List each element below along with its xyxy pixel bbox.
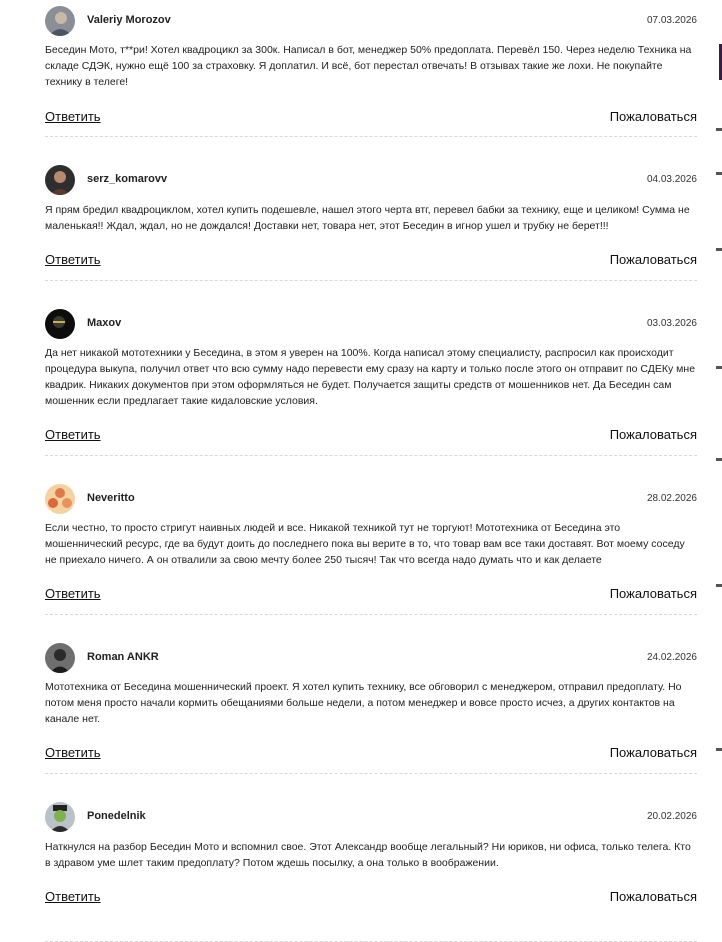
- comment-text: Если честно, то просто стригут наивных л…: [45, 522, 685, 566]
- comment-text: Я прям бредил квадроциклом, хотел купить…: [45, 204, 690, 232]
- avatar-image: [45, 643, 75, 673]
- reply-link[interactable]: Ответить: [45, 252, 101, 267]
- user-avatar[interactable]: [45, 6, 75, 36]
- comment-author[interactable]: Roman ANKR: [87, 651, 159, 663]
- avatar-image: [45, 484, 75, 514]
- comment-item: Roman ANKR 24.02.2026 Мототехника от Бес…: [45, 643, 697, 774]
- avatar-image: [45, 165, 75, 195]
- sidebar-fragment: [716, 172, 722, 175]
- comment-date: 03.03.2026: [646, 318, 697, 329]
- comment-item: Neveritto 28.02.2026 Если честно, то про…: [45, 484, 697, 615]
- comment-date: 07.03.2026: [646, 15, 697, 26]
- comment-text: Мототехника от Беседина мошеннический пр…: [45, 681, 682, 725]
- comment-item: Valeriy Morozov 07.03.2026 Беседин Мото,…: [45, 6, 697, 137]
- comment-author[interactable]: serz_komarovv: [87, 173, 167, 185]
- reply-link[interactable]: Ответить: [45, 586, 101, 601]
- report-link[interactable]: Пожаловаться: [610, 745, 697, 760]
- user-avatar[interactable]: [45, 309, 75, 339]
- reply-link[interactable]: Ответить: [45, 889, 101, 904]
- user-avatar[interactable]: [45, 643, 75, 673]
- sidebar-fragment: [716, 748, 722, 751]
- sidebar-fragment: [716, 366, 722, 369]
- comment-author[interactable]: Valeriy Morozov: [87, 14, 171, 26]
- comment-item: serz_komarovv 04.03.2026 Я прям бредил к…: [45, 165, 697, 281]
- report-link[interactable]: Пожаловаться: [610, 109, 697, 124]
- sidebar-fragment: [716, 248, 722, 251]
- comment-text: Да нет никакой мототехники у Беседина, в…: [45, 347, 696, 407]
- reply-link[interactable]: Ответить: [45, 109, 101, 124]
- comment-text: Беседин Мото, т**ри! Хотел квадроцикл за…: [45, 44, 692, 88]
- reply-link[interactable]: Ответить: [45, 745, 101, 760]
- sidebar-fragment: [716, 584, 722, 587]
- avatar-image: [45, 309, 75, 339]
- avatar-image: [45, 6, 75, 36]
- report-link[interactable]: Пожаловаться: [610, 252, 697, 267]
- comment-date: 24.02.2026: [646, 652, 697, 663]
- comment-author[interactable]: Maxov: [87, 317, 121, 329]
- comment-author[interactable]: Neveritto: [87, 492, 135, 504]
- comment-text: Наткнулся на разбор Беседин Мото и вспом…: [45, 841, 691, 869]
- comment-item: Maxov 03.03.2026 Да нет никакой мототехн…: [45, 309, 697, 456]
- comment-date: 04.03.2026: [646, 174, 697, 185]
- comment-date: 20.02.2026: [646, 811, 697, 822]
- comment-item: Ponedelnik 20.02.2026 Наткнулся на разбо…: [45, 802, 697, 942]
- comment-author[interactable]: Ponedelnik: [87, 810, 146, 822]
- user-avatar[interactable]: [45, 484, 75, 514]
- avatar-image: [45, 802, 75, 832]
- report-link[interactable]: Пожаловаться: [610, 889, 697, 904]
- user-avatar[interactable]: [45, 802, 75, 832]
- sidebar-fragment: [716, 128, 722, 131]
- comment-date: 28.02.2026: [646, 493, 697, 504]
- report-link[interactable]: Пожаловаться: [610, 586, 697, 601]
- report-link[interactable]: Пожаловаться: [610, 427, 697, 442]
- reply-link[interactable]: Ответить: [45, 427, 101, 442]
- sidebar-fragment: [716, 458, 722, 461]
- user-avatar[interactable]: [45, 165, 75, 195]
